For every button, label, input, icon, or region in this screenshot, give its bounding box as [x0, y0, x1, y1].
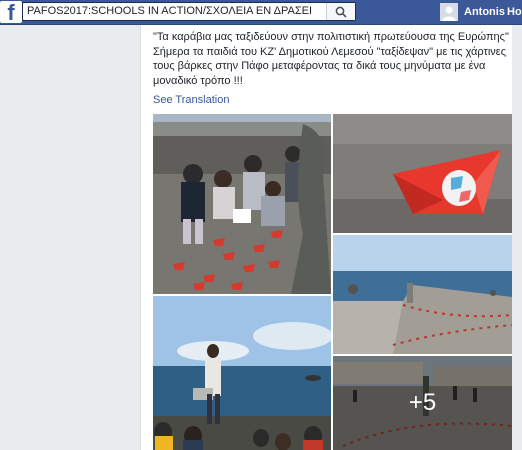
photo-promenade-more[interactable]: +5 [333, 356, 512, 450]
post-card: "Τα καράβια μας ταξιδεύουν στην πολιτιστ… [140, 25, 522, 450]
search-icon [335, 6, 347, 18]
facebook-logo-icon[interactable]: f [0, 1, 22, 23]
post-text-line: "Τα καράβια μας ταξιδεύουν στην πολιτιστ… [153, 31, 509, 43]
post-text-line: Σήμερα τα παιδιά του ΚΖ' Δημοτικού Λεμεσ… [153, 45, 507, 58]
home-link[interactable]: Ho [507, 6, 522, 18]
see-translation-link[interactable]: See Translation [153, 94, 229, 106]
avatar-icon[interactable] [440, 3, 458, 21]
more-photos-count[interactable]: +5 [333, 356, 512, 450]
photo-children-paper-boats[interactable] [153, 114, 331, 294]
search-button[interactable] [326, 3, 355, 20]
post-message: "Τα καράβια μας ταξιδεύουν στην πολιτιστ… [153, 30, 521, 88]
post-text-line: τους βάρκες στην Πάφο μεταφέροντας τα δι… [153, 60, 486, 72]
search-box[interactable]: PAFOS2017:SCHOOLS IN ACTION/ΣΧΟΛΕΙΑ ΕΝ Δ… [22, 2, 356, 21]
photo-red-paper-boat[interactable] [333, 114, 512, 233]
profile-name-link[interactable]: Antonis [464, 6, 505, 18]
top-navigation-bar: f PAFOS2017:SCHOOLS IN ACTION/ΣΧΟΛΕΙΑ ΕΝ… [0, 0, 522, 25]
photo-woman-at-sea[interactable] [153, 296, 331, 450]
post-text-line: μοναδικό τρόπο !!! [153, 74, 243, 87]
search-input[interactable]: PAFOS2017:SCHOOLS IN ACTION/ΣΧΟΛΕΙΑ ΕΝ Δ… [27, 5, 312, 17]
right-gutter [512, 25, 522, 450]
photo-seafront-boats-line[interactable] [333, 235, 512, 354]
